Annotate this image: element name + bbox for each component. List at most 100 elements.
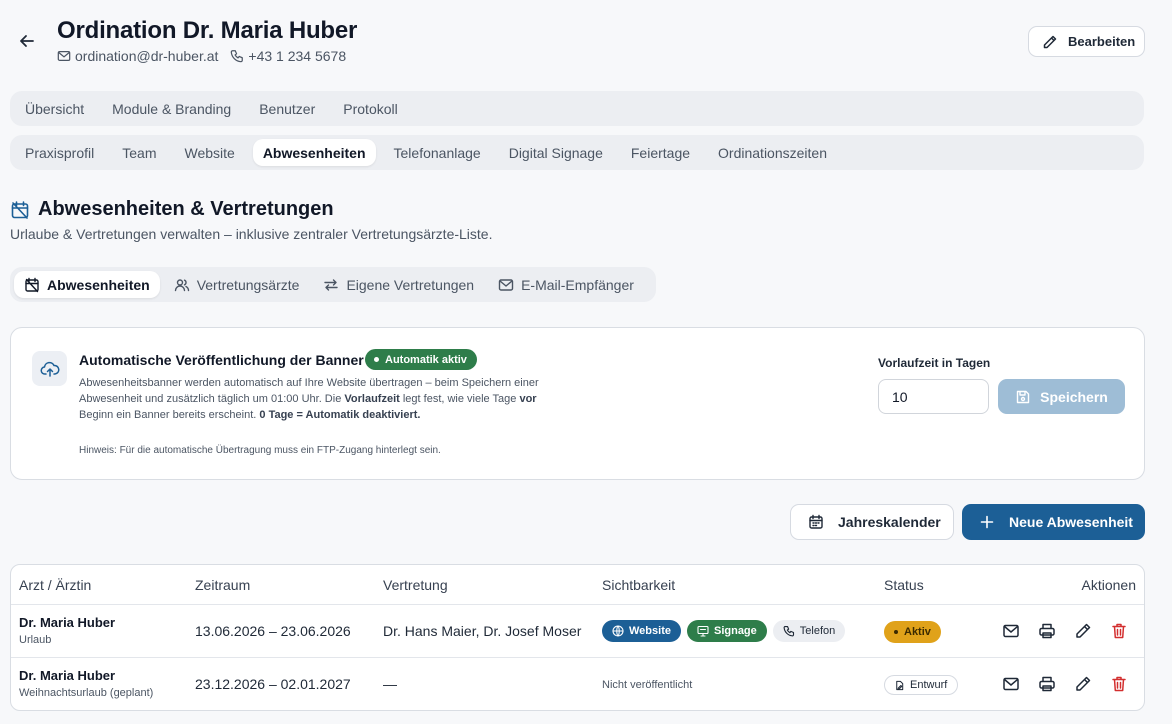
visibility-phone-badge: Telefon (772, 620, 846, 642)
page-title: Ordination Dr. Maria Huber (57, 17, 358, 44)
col-header-doctor: Arzt / Ärztin (19, 577, 92, 593)
draft-icon (896, 680, 904, 690)
mail-icon[interactable] (1002, 622, 1020, 640)
tab-team[interactable]: Team (112, 139, 166, 166)
tab-benutzer[interactable]: Benutzer (249, 95, 325, 122)
printer-icon[interactable] (1038, 622, 1056, 640)
section-title: Abwesenheiten & Vertretungen (10, 198, 334, 221)
users-icon (174, 278, 189, 291)
absence-subnav: Abwesenheiten Vertretungsärzte Eigene Ve… (10, 267, 656, 302)
desc-bold: Vorlaufzeit (344, 393, 400, 405)
status-badge: Aktiv (884, 621, 941, 643)
desc-bold: 0 Tage = Automatik deaktiviert. (259, 409, 421, 421)
mail-icon (57, 51, 71, 61)
year-calendar-label: Jahreskalender (838, 514, 941, 530)
table-header: Arzt / Ärztin Zeitraum Vertretung Sichtb… (11, 565, 1144, 605)
status-cell: Aktiv (884, 621, 941, 643)
tab-digital-signage[interactable]: Digital Signage (499, 139, 613, 166)
contact-email-text: ordination@dr-huber.at (75, 48, 219, 64)
period-cell: 23.12.2026 – 02.01.2027 (195, 676, 351, 692)
visibility-label: Telefon (799, 625, 836, 637)
phone-icon (783, 625, 794, 637)
status-badge: Entwurf (884, 675, 959, 695)
trash-icon[interactable] (1110, 622, 1128, 640)
mail-icon[interactable] (1002, 675, 1020, 693)
pill-tab-email-empfaenger[interactable]: E-Mail-Empfänger (488, 271, 644, 298)
table-row[interactable]: Dr. Maria Huber Weihnachtsurlaub (geplan… (11, 658, 1144, 710)
printer-icon[interactable] (1038, 675, 1056, 693)
visibility-label: Signage (713, 625, 757, 637)
pill-tab-label: Abwesenheiten (47, 276, 150, 293)
desc-text: Beginn ein Banner bereits erscheint. (79, 409, 260, 421)
col-header-actions: Aktionen (1081, 577, 1136, 593)
table-row[interactable]: Dr. Maria Huber Urlaub 13.06.2026 – 23.0… (11, 605, 1144, 658)
tab-praxisprofil[interactable]: Praxisprofil (15, 139, 104, 166)
contact-info: ordination@dr-huber.at +43 1 234 5678 (57, 48, 346, 64)
pencil-icon[interactable] (1074, 675, 1092, 693)
substitute-cell: — (383, 676, 397, 692)
tab-ordinationszeiten[interactable]: Ordinationszeiten (708, 139, 837, 166)
save-icon (1016, 390, 1030, 403)
ftp-hint: Hinweis: Für die automatische Übertragun… (79, 445, 441, 456)
lead-time-label: Vorlaufzeit in Tagen (878, 356, 991, 370)
auto-publish-card: Automatische Veröffentlichung der Banner… (10, 327, 1145, 480)
save-button-label: Speichern (1040, 388, 1108, 405)
doctor-cell: Dr. Maria Huber Urlaub (19, 615, 115, 646)
pill-tab-vertretungsaerzte[interactable]: Vertretungsärzte (164, 271, 310, 298)
pill-tab-label: Vertretungsärzte (196, 276, 300, 293)
card-title: Automatische Veröffentlichung der Banner (79, 352, 364, 368)
col-header-status: Status (884, 577, 924, 593)
calendar-off-icon (11, 200, 29, 219)
automation-active-badge: Automatik aktiv (365, 349, 477, 370)
contact-phone[interactable]: +43 1 234 5678 (230, 48, 346, 64)
visibility-signage-badge: Signage (686, 620, 767, 642)
doctor-cell: Dr. Maria Huber Weihnachtsurlaub (geplan… (19, 668, 153, 699)
pencil-icon[interactable] (1074, 622, 1092, 640)
tab-uebersicht[interactable]: Übersicht (15, 95, 94, 122)
mail-icon (498, 278, 514, 291)
tab-abwesenheiten[interactable]: Abwesenheiten (252, 139, 376, 166)
doctor-name: Dr. Maria Huber (19, 615, 116, 630)
row-actions (1002, 675, 1128, 693)
visibility-cell: Website Signage Telefon (602, 620, 846, 642)
section-subtitle: Urlaube & Vertretungen verwalten – inklu… (10, 226, 493, 242)
section-title-text: Abwesenheiten & Vertretungen (38, 198, 334, 220)
arrow-left-icon (20, 35, 34, 47)
status-dot (894, 630, 898, 634)
badge-label: Automatik aktiv (385, 353, 467, 366)
edit-button-label: Bearbeiten (1068, 34, 1136, 49)
desc-text: legt fest, wie viele Tage (399, 393, 520, 405)
period-cell: 13.06.2026 – 23.06.2026 (195, 623, 351, 639)
save-button[interactable]: Speichern (998, 379, 1125, 414)
pencil-icon (1043, 35, 1057, 48)
plus-icon (980, 515, 994, 529)
pill-tab-eigene-vertretungen[interactable]: Eigene Vertretungen (313, 271, 484, 298)
tab-protokoll[interactable]: Protokoll (333, 95, 407, 122)
status-label: Entwurf (910, 679, 948, 691)
year-calendar-button[interactable]: Jahreskalender (790, 504, 954, 540)
visibility-website-badge: Website (602, 620, 681, 642)
back-button[interactable] (17, 31, 37, 51)
col-header-visibility: Sichtbarkeit (602, 577, 676, 593)
lead-time-input[interactable] (878, 379, 989, 414)
absence-type: Weihnachtsurlaub (geplant) (19, 687, 154, 699)
pill-tab-abwesenheiten[interactable]: Abwesenheiten (14, 271, 160, 298)
new-absence-button[interactable]: Neue Abwesenheit (962, 504, 1145, 540)
sub-tabbar: Praxisprofil Team Website Abwesenheiten … (10, 135, 1144, 170)
tab-website[interactable]: Website (174, 139, 244, 166)
contact-email[interactable]: ordination@dr-huber.at (57, 48, 218, 64)
monitor-icon (697, 625, 709, 637)
tab-feiertage[interactable]: Feiertage (621, 139, 700, 166)
visibility-label: Website (629, 625, 671, 637)
card-description: Abwesenheitsbanner werden automatisch au… (79, 375, 559, 423)
tab-module-branding[interactable]: Module & Branding (102, 95, 241, 122)
pill-tab-label: E-Mail-Empfänger (521, 276, 634, 293)
status-dot (374, 357, 379, 362)
pill-tab-label: Eigene Vertretungen (346, 276, 475, 293)
trash-icon[interactable] (1110, 675, 1128, 693)
swap-icon (324, 278, 339, 291)
absence-table: Arzt / Ärztin Zeitraum Vertretung Sichtb… (10, 564, 1145, 711)
row-actions (1002, 622, 1128, 640)
tab-telefonanlage[interactable]: Telefonanlage (384, 139, 491, 166)
edit-button[interactable]: Bearbeiten (1028, 26, 1145, 57)
